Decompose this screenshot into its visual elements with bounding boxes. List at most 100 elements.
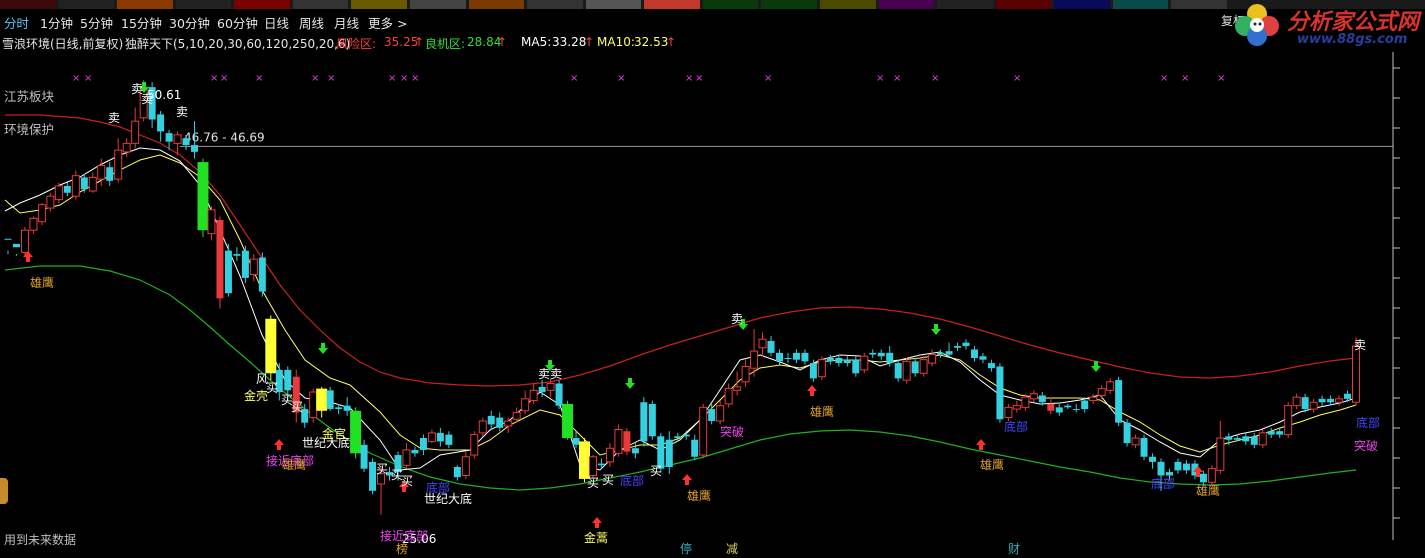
- candle-body: [996, 366, 1004, 420]
- site-logo: 分析家公式网 www.88gs.com: [1225, 0, 1425, 52]
- candle-body: [843, 359, 851, 364]
- signal-x-marker: ×: [617, 73, 625, 84]
- candle-body: [29, 217, 38, 231]
- candle-body: [504, 420, 513, 427]
- period-tab-30min[interactable]: 30分钟: [169, 13, 210, 32]
- top-tab[interactable]: [878, 0, 935, 9]
- period-tab-15min[interactable]: 15分钟: [121, 13, 162, 32]
- top-tab[interactable]: [468, 0, 525, 9]
- scroll-left-handle[interactable]: [0, 478, 8, 504]
- signal-x-marker: ×: [1160, 73, 1168, 84]
- signal-label: 接近底部: [380, 528, 428, 543]
- candle-body: [716, 405, 725, 422]
- candle-body: [792, 352, 800, 360]
- candle-body: [1318, 398, 1326, 403]
- candle-body: [1267, 431, 1275, 435]
- signal-x-marker: ×: [210, 73, 218, 84]
- candle-body: [165, 133, 173, 142]
- candle-body: [691, 439, 699, 457]
- candle-body: [937, 352, 945, 355]
- top-tab[interactable]: [351, 0, 407, 9]
- signal-x-marker: ×: [1013, 73, 1021, 84]
- candle-body: [546, 383, 555, 391]
- signal-label: 底部: [620, 473, 644, 488]
- top-tab[interactable]: [585, 0, 642, 9]
- candle-body: [741, 365, 750, 383]
- top-tab[interactable]: [117, 0, 173, 9]
- signal-x-marker: ×: [311, 73, 319, 84]
- period-tab-more[interactable]: 更多 >: [368, 13, 407, 32]
- candle-body: [1149, 456, 1157, 462]
- candle-body: [708, 409, 716, 421]
- top-tab[interactable]: [1112, 0, 1169, 9]
- top-tab[interactable]: [1171, 0, 1227, 9]
- top-tab[interactable]: [292, 0, 349, 9]
- concept-label[interactable]: 环境保护: [4, 119, 54, 138]
- sector-label[interactable]: 江苏板块: [4, 86, 54, 105]
- signal-label: 雄鹰: [1196, 483, 1220, 498]
- candle-body: [1327, 398, 1335, 403]
- candle-body: [335, 407, 343, 410]
- top-tab[interactable]: [175, 0, 232, 9]
- candle-body: [1097, 388, 1106, 396]
- top-tab[interactable]: [995, 0, 1052, 9]
- ma5-label: MA5:: [521, 35, 552, 49]
- candle-body: [1012, 405, 1021, 410]
- period-tab-60min[interactable]: 60分钟: [217, 13, 258, 32]
- period-tab-daily[interactable]: 日线: [264, 13, 289, 32]
- candle-body: [1182, 463, 1190, 471]
- sell-arrow-icon: [625, 378, 635, 389]
- period-selector-bar: 分时 1分钟 5分钟 15分钟 30分钟 60分钟 日线 周线 月线 更多 >: [0, 9, 1425, 32]
- candle-body: [1081, 400, 1089, 410]
- top-tab[interactable]: [761, 0, 817, 9]
- top-tab[interactable]: [234, 0, 290, 9]
- candle-body: [1140, 438, 1148, 457]
- candle-body: [63, 185, 71, 193]
- period-tab-5min[interactable]: 5分钟: [80, 13, 113, 32]
- top-tab[interactable]: [1054, 0, 1110, 9]
- candle-body: [835, 357, 843, 364]
- top-tab[interactable]: [410, 0, 466, 9]
- top-tab[interactable]: [702, 0, 759, 9]
- candle-body: [860, 355, 869, 371]
- stock-name: 雪浪环境(日线,前复权): [2, 37, 124, 51]
- signal-x-marker: ×: [327, 73, 335, 84]
- period-tab-weekly[interactable]: 周线: [299, 13, 324, 32]
- signal-label: 金壳: [244, 388, 268, 403]
- period-tab-timeshare[interactable]: 分时: [4, 13, 29, 32]
- candle-body: [801, 352, 809, 362]
- top-tab[interactable]: [644, 0, 700, 9]
- candle-body: [733, 386, 742, 391]
- signal-label: 买: [650, 464, 662, 478]
- candle-body: [605, 447, 614, 463]
- top-tab[interactable]: [58, 0, 115, 9]
- candle-body: [512, 411, 521, 420]
- candle-body: [970, 349, 978, 358]
- price-level-label: 46.76 - 46.69: [184, 130, 265, 144]
- future-data-note: 用到未来数据: [4, 533, 77, 547]
- candle-body: [216, 220, 224, 299]
- signal-label: 停: [680, 541, 692, 556]
- top-tab-strip[interactable]: [0, 0, 1425, 9]
- top-tab[interactable]: [820, 0, 876, 9]
- ma5-value: 33.28: [552, 35, 587, 49]
- candle-body: [902, 360, 911, 381]
- top-tab[interactable]: [937, 0, 993, 9]
- signal-label: 卖: [731, 312, 743, 326]
- period-tab-monthly[interactable]: 月线: [334, 13, 359, 32]
- signal-label: 金蒿: [584, 530, 608, 545]
- top-tab[interactable]: [0, 0, 56, 9]
- candle-body: [979, 356, 987, 360]
- signal-label: 买: [602, 473, 614, 487]
- lower-band-line: [4, 265, 1357, 491]
- candle-body: [588, 456, 597, 476]
- top-tab[interactable]: [527, 0, 583, 9]
- period-tab-1min[interactable]: 1分钟: [40, 13, 73, 32]
- candle-body: [131, 120, 140, 144]
- candle-body: [648, 403, 656, 437]
- candle-body: [987, 363, 995, 369]
- candle-body: [1207, 468, 1216, 483]
- candle-body: [122, 142, 131, 153]
- buy-arrow-icon: [592, 517, 602, 528]
- signal-x-marker: ×: [1217, 73, 1225, 84]
